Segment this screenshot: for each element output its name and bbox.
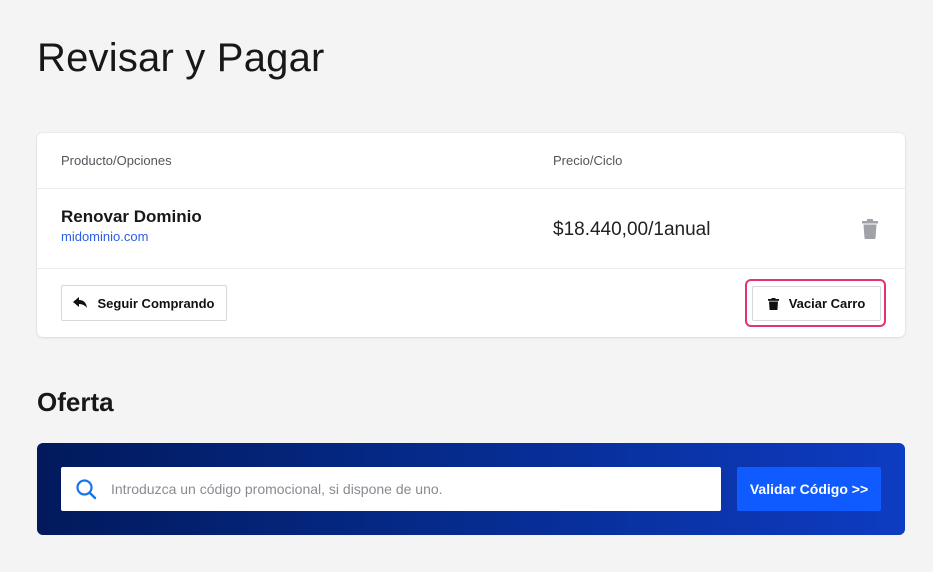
empty-cart-label: Vaciar Carro	[788, 296, 866, 311]
cart-item-domain: midominio.com	[61, 229, 149, 244]
reply-arrow-icon	[73, 297, 88, 308]
page-title: Revisar y Pagar	[37, 36, 325, 80]
offer-section-title: Oferta	[37, 387, 114, 417]
search-icon	[76, 479, 97, 500]
cart-item-name: Renovar Dominio	[61, 207, 202, 226]
trash-icon	[862, 219, 878, 239]
column-header-product: Producto/Opciones	[61, 153, 172, 168]
empty-cart-button[interactable]: Vaciar Carro	[752, 286, 881, 321]
promo-code-input[interactable]	[111, 467, 721, 511]
column-header-price: Precio/Ciclo	[553, 153, 623, 168]
continue-shopping-label: Seguir Comprando	[97, 295, 215, 311]
cart-table: Producto/Opciones Precio/Ciclo Renovar D…	[37, 133, 905, 337]
promo-code-panel: Validar Código >>	[37, 443, 905, 535]
cart-table-header: Producto/Opciones Precio/Ciclo	[37, 133, 905, 189]
continue-shopping-button[interactable]: Seguir Comprando	[61, 285, 227, 321]
trash-icon	[767, 297, 779, 310]
cart-actions: Seguir Comprando Vaciar Carro	[37, 269, 905, 335]
cart-item-row: Renovar Dominio midominio.com $18.440,00…	[37, 189, 905, 269]
empty-cart-highlight: Vaciar Carro	[745, 279, 886, 327]
promo-code-field[interactable]	[61, 467, 721, 511]
validate-code-button[interactable]: Validar Código >>	[737, 467, 881, 511]
cart-item-price: $18.440,00/1anual	[553, 219, 711, 240]
remove-item-button[interactable]	[861, 219, 879, 239]
